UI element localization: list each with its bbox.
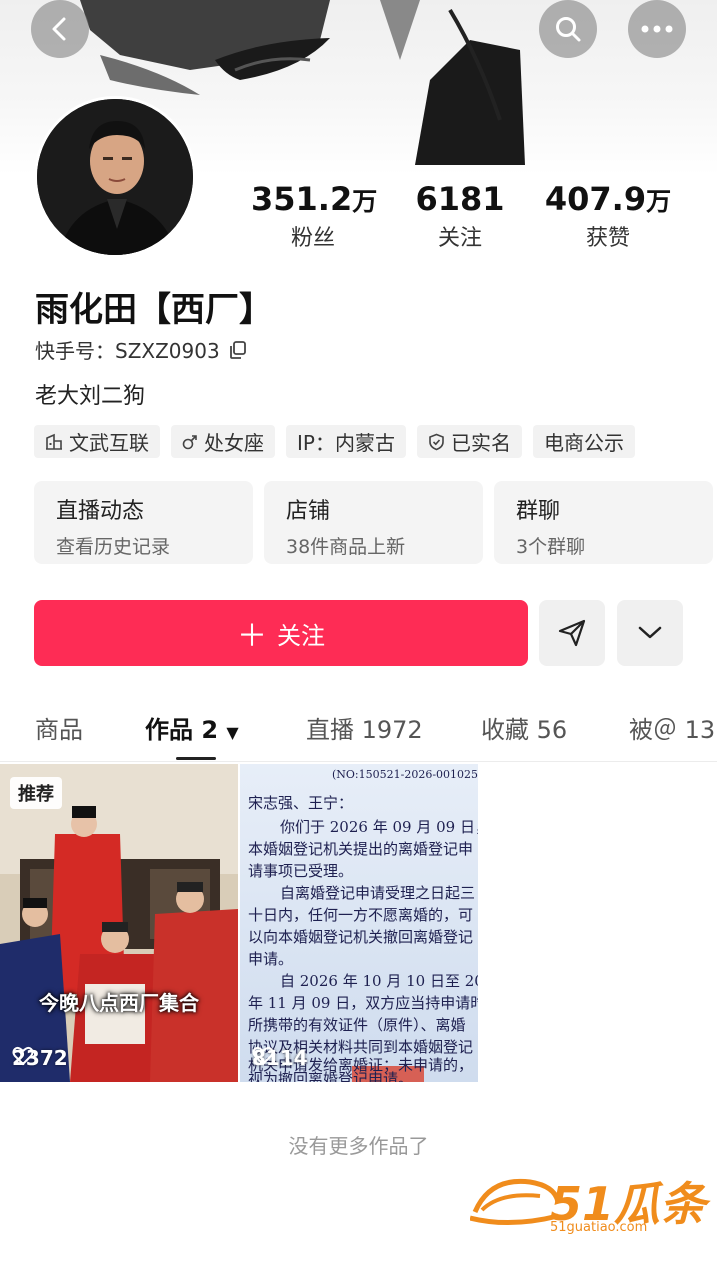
follow-button[interactable]: ＋ 关注 [34, 600, 528, 666]
stat-fans-value: 351.2万 [251, 180, 378, 218]
tag-ecommerce[interactable]: 电商公示 [532, 425, 635, 458]
watermark-url: 51guatiao.com [550, 1220, 648, 1235]
card-group-chat-sub: 3个群聊 [516, 536, 586, 558]
stat-following-label: 关注 [437, 226, 482, 251]
tab-mentioned[interactable]: 被＠ 13 [629, 710, 715, 745]
search-button[interactable] [539, 0, 597, 58]
doc-line-3: 本婚姻登记机关提出的离婚登记申 [248, 840, 474, 858]
doc-line-14: 视为撤回离婚登记申请。 [248, 1070, 414, 1082]
tab-products[interactable]: 商品 [35, 710, 83, 745]
doc-number: (NO:150521-2026-001025) [332, 768, 478, 781]
doc-line-10: 年 11 月 09 日，双方应当持申请时 [248, 994, 478, 1012]
message-button[interactable] [539, 600, 605, 666]
doc-line-11: 所携带的有效证件（原件）、离婚 [248, 1016, 466, 1034]
tag-zodiac: 处女座 [171, 425, 275, 458]
card-shop-title: 店铺 [286, 499, 331, 524]
caret-down-icon: ▼ [226, 723, 239, 742]
stat-following[interactable]: 6181 关注 [412, 180, 508, 252]
video-thumbnail-2[interactable]: (NO:150521-2026-001025) 宋志强、王宁： 你们于 2026… [240, 764, 478, 1082]
kuaishou-id: 快手号：SZXZ0903 [35, 335, 248, 364]
profile-bio: 老大刘二狗 [35, 384, 146, 409]
video-1-caption: 今晚八点西厂集合 [39, 991, 199, 1015]
avatar-portrait [37, 99, 193, 255]
doc-line-2: 你们于 2026 年 09 月 09 日，向 [280, 818, 478, 836]
tag-ecommerce-label: 电商公示 [543, 431, 624, 455]
tag-ip-label: IP：内蒙古 [297, 431, 395, 455]
plus-icon: ＋ [237, 619, 267, 654]
doc-line-9: 自 2026 年 10 月 10 日至 2026 [280, 972, 478, 990]
no-more-works: 没有更多作品了 [288, 1134, 429, 1158]
tab-favorites[interactable]: 收藏 56 [481, 710, 567, 745]
tag-company[interactable]: 文武互联 [34, 425, 160, 458]
tab-live[interactable]: 直播 1972 [306, 710, 423, 745]
copy-icon[interactable] [228, 340, 248, 360]
shield-check-icon [429, 433, 444, 450]
tag-verified[interactable]: 已实名 [416, 425, 522, 458]
heart-icon [252, 1046, 274, 1066]
chevron-down-icon [638, 626, 662, 639]
doc-line-4: 请事项已受理。 [248, 862, 354, 880]
tag-verified-label: 已实名 [450, 431, 511, 455]
stat-likes-label: 获赞 [585, 226, 630, 251]
card-live-activity-sub: 查看历史记录 [56, 536, 171, 558]
doc-line-1: 宋志强、王宁： [248, 794, 354, 812]
send-icon [558, 619, 586, 647]
heart-icon [12, 1046, 34, 1066]
doc-line-8: 申请。 [248, 950, 294, 968]
card-group-chat-title: 群聊 [516, 499, 561, 524]
stat-fans-label: 粉丝 [290, 226, 335, 251]
follow-button-label: 关注 [277, 621, 325, 650]
more-button[interactable] [628, 0, 686, 58]
stat-likes-value: 407.9万 [544, 180, 672, 218]
more-dots-icon [641, 25, 673, 33]
expand-button[interactable] [617, 600, 683, 666]
tag-company-label: 文武互联 [69, 431, 149, 455]
tab-works-label: 作品 2 [145, 716, 219, 744]
profile-tags: 文武互联 处女座 IP：内蒙古 已实名 电商公示 [34, 425, 635, 458]
video-thumbnail-1[interactable]: 推荐 今晚八点西厂集合 2372 [0, 764, 238, 1082]
search-icon [556, 17, 581, 42]
video-2-likes: 8114 [252, 1046, 308, 1070]
avatar[interactable] [34, 96, 196, 258]
back-button[interactable] [31, 0, 89, 58]
card-live-activity[interactable]: 直播动态 查看历史记录 [34, 481, 253, 564]
tag-ip: IP：内蒙古 [286, 425, 406, 458]
back-arrow-icon [52, 17, 66, 41]
doc-line-6: 十日内，任何一方不愿离婚的，可 [248, 906, 474, 924]
content-tabs: 商品 作品 2 ▼ 直播 1972 收藏 56 被＠ 13 [0, 700, 717, 762]
building-icon [46, 433, 62, 450]
doc-line-7: 以向本婚姻登记机关撤回离婚登记 [248, 928, 474, 946]
recommended-badge: 推荐 [10, 777, 62, 809]
tab-works[interactable]: 作品 2 ▼ [145, 710, 239, 745]
video-1-image [0, 764, 238, 1082]
tag-zodiac-label: 处女座 [204, 431, 264, 455]
stat-likes[interactable]: 407.9万 获赞 [544, 180, 672, 252]
kuaishou-id-text: 快手号：SZXZ0903 [35, 339, 220, 363]
stat-fans[interactable]: 351.2万 粉丝 [251, 180, 378, 252]
card-group-chat[interactable]: 群聊 3个群聊 [494, 481, 713, 564]
card-live-activity-title: 直播动态 [56, 499, 145, 524]
feature-cards: 直播动态 查看历史记录 店铺 38件商品上新 群聊 3个群聊 [34, 481, 713, 564]
card-shop-sub: 38件商品上新 [286, 536, 406, 558]
watermark-logo: 51瓜条 51guatiao.com [470, 1168, 710, 1238]
stat-following-value: 6181 [415, 180, 505, 218]
card-shop[interactable]: 店铺 38件商品上新 [264, 481, 483, 564]
melon-logo-icon [470, 1178, 560, 1225]
doc-line-5: 自离婚登记申请受理之日起三 [280, 884, 476, 902]
video-1-likes: 2372 [12, 1046, 68, 1070]
profile-name: 雨化田【西厂】 [35, 290, 273, 330]
male-icon [182, 434, 197, 449]
active-tab-indicator [176, 757, 216, 760]
